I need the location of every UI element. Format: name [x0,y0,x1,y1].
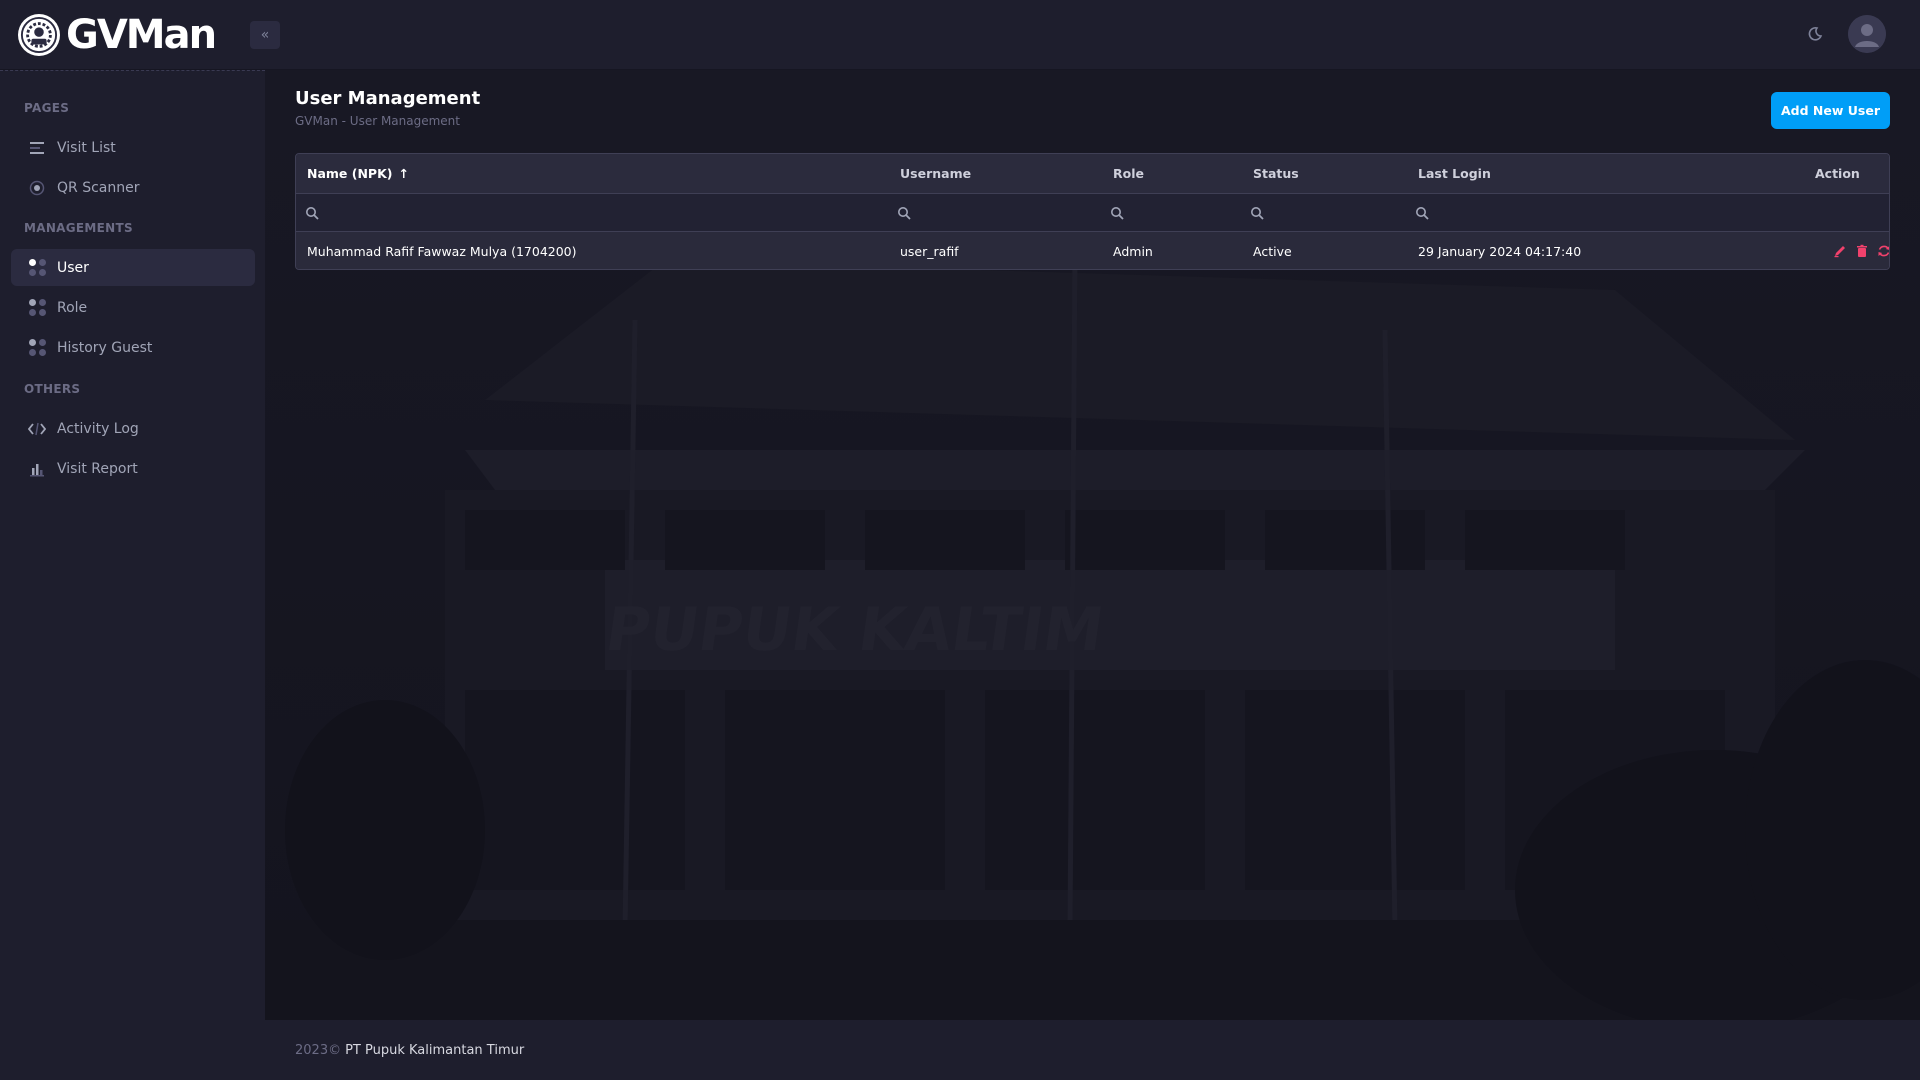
code-icon [27,419,47,439]
app-name: GVMan [66,11,217,58]
sidebar-item-visit-list[interactable]: Visit List [11,129,255,166]
column-header-action: Action [1815,166,1860,181]
cell-username: user_rafif [900,243,959,259]
app-logo[interactable]: GVMan [18,0,217,70]
search-icon [306,206,319,220]
theme-toggle-button[interactable] [1803,22,1827,46]
double-chevron-left-icon: « [260,27,270,43]
sidebar-item-label: Role [57,299,88,316]
filter-name-input[interactable] [305,194,319,231]
logo-emblem-icon [18,13,60,56]
page-title: User Management [295,88,481,109]
user-avatar-icon [1848,15,1886,53]
sidebar: PAGES Visit List QR Scanner MANAGEMENTS … [0,70,265,1080]
sidebar-section-pages: PAGES [24,101,70,115]
sidebar-item-label: Activity Log [57,420,139,437]
dots-grid-icon [27,298,47,318]
filter-username-input[interactable] [897,194,911,231]
search-icon [1111,206,1124,220]
sidebar-item-visit-report[interactable]: Visit Report [11,450,255,487]
cell-name: Muhammad Rafif Fawwaz Mulya (1704200) [307,243,577,259]
column-header-name[interactable]: Name (NPK) ↑ [307,154,409,193]
sidebar-section-managements: MANAGEMENTS [24,221,133,235]
main-content: PUPUK KALTIM User Management GVMan - Use… [265,70,1920,1020]
table-header-row: Name (NPK) ↑ Username Role Status Last L… [296,154,1889,194]
table-row[interactable]: Muhammad Rafif Fawwaz Mulya (1704200) us… [296,232,1889,269]
footer-year: 2023© [295,1042,342,1058]
column-header-username[interactable]: Username [900,154,971,193]
cell-role: Admin [1113,243,1153,259]
sort-ascending-icon: ↑ [398,166,409,181]
dots-grid-icon [27,338,47,358]
sidebar-item-user[interactable]: User [11,249,255,286]
sidebar-item-activity-log[interactable]: Activity Log [11,410,255,447]
sidebar-item-label: History Guest [57,339,153,356]
bar-chart-icon [27,459,47,479]
cell-status: Active [1253,243,1292,259]
sidebar-item-qr-scanner[interactable]: QR Scanner [11,169,255,206]
cell-last-login: 29 January 2024 04:17:40 [1418,243,1582,259]
sidebar-item-label: QR Scanner [57,179,140,196]
target-icon [27,178,47,198]
sidebar-section-others: OTHERS [24,382,81,396]
sidebar-item-label: Visit List [57,139,116,156]
footer-company-link[interactable]: PT Pupuk Kalimantan Timur [345,1043,524,1058]
sidebar-collapse-button[interactable]: « [250,21,280,49]
filter-role-input[interactable] [1110,194,1124,231]
column-header-last-login[interactable]: Last Login [1418,154,1491,193]
filter-last-login-input[interactable] [1415,194,1429,231]
user-avatar[interactable] [1848,15,1886,53]
search-icon [898,206,911,220]
top-header: GVMan « [0,0,1920,70]
sidebar-item-history-guest[interactable]: History Guest [11,329,255,366]
background-sign-text: PUPUK KALTIM [601,595,1108,665]
table-filter-row [296,194,1889,232]
column-header-label: Name (NPK) [307,166,393,181]
moon-icon [1808,27,1823,41]
reset-icon[interactable] [1877,244,1889,258]
footer: 2023© PT Pupuk Kalimantan Timur [265,1020,1920,1080]
filter-status-input[interactable] [1250,194,1264,231]
column-header-status[interactable]: Status [1253,154,1299,193]
edit-icon[interactable] [1833,244,1847,258]
column-header-role[interactable]: Role [1113,154,1144,193]
delete-icon[interactable] [1855,244,1869,258]
users-table: Name (NPK) ↑ Username Role Status Last L… [295,153,1890,270]
add-new-user-button[interactable]: Add New User [1771,92,1890,129]
search-icon [1251,206,1264,220]
dots-grid-icon [27,258,47,278]
row-actions [1833,232,1889,269]
breadcrumb: GVMan - User Management [295,114,460,128]
sidebar-item-label: User [57,259,89,276]
sidebar-item-label: Visit Report [57,460,138,477]
list-icon [27,138,47,158]
sidebar-item-role[interactable]: Role [11,289,255,326]
search-icon [1416,206,1429,220]
